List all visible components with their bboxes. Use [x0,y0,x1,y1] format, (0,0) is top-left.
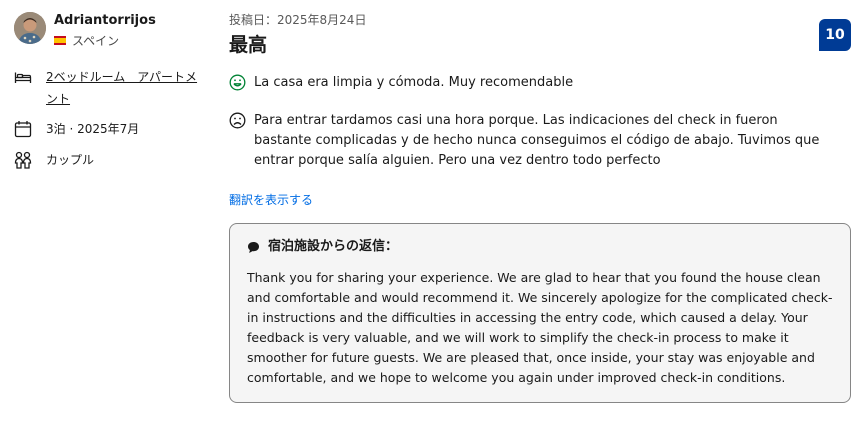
reviewer-name: Adriantorrijos [54,13,156,28]
stay-duration: 3泊 · 2025年7月 [46,122,140,136]
country-label: スペイン [72,34,120,48]
smile-icon [229,74,246,91]
people-icon [14,151,32,169]
traveler-type: カップル [46,153,95,167]
show-translation-link[interactable]: 翻訳を表示する [229,191,851,209]
calendar-icon [14,121,32,138]
review-panel: 投稿日：2025年8月24日 最高 10 La casa era limpia … [229,12,851,403]
negative-text: Para entrar tardamos casi una hora porqu… [254,113,820,168]
stay-duration-row: 3泊 · 2025年7月 [14,118,214,140]
review-date: 投稿日：2025年8月24日 [229,13,367,27]
room-type-link[interactable]: 2ベッドルーム アパートメント [46,66,206,110]
reviewer-country: スペイン [54,32,156,49]
positive-comment: La casa era limpia y cómoda. Muy recomen… [229,73,851,93]
bed-icon [14,72,32,83]
spain-flag-icon [54,36,66,45]
reviewer-panel: Adriantorrijos スペイン 2ベッドルーム アパートメント 3泊 ·… [14,12,214,171]
reviewer-header: Adriantorrijos スペイン [14,12,214,49]
review-title: 最高 [229,34,268,56]
positive-text: La casa era limpia y cómoda. Muy recomen… [254,75,574,90]
reply-heading: 宿泊施設からの返信： [247,238,834,256]
traveler-type-row: カップル [14,149,214,171]
frown-icon [229,112,246,129]
room-type-row: 2ベッドルーム アパートメント [14,66,214,110]
review-score-badge: 10 [819,19,851,51]
reply-text: Thank you for sharing your experience. W… [247,270,833,385]
avatar [14,12,46,44]
reply-heading-text: 宿泊施設からの返信： [268,239,399,254]
property-reply: 宿泊施設からの返信： Thank you for sharing your ex… [229,223,851,403]
speech-bubble-icon [248,241,259,253]
negative-comment: Para entrar tardamos casi una hora porqu… [229,111,829,171]
